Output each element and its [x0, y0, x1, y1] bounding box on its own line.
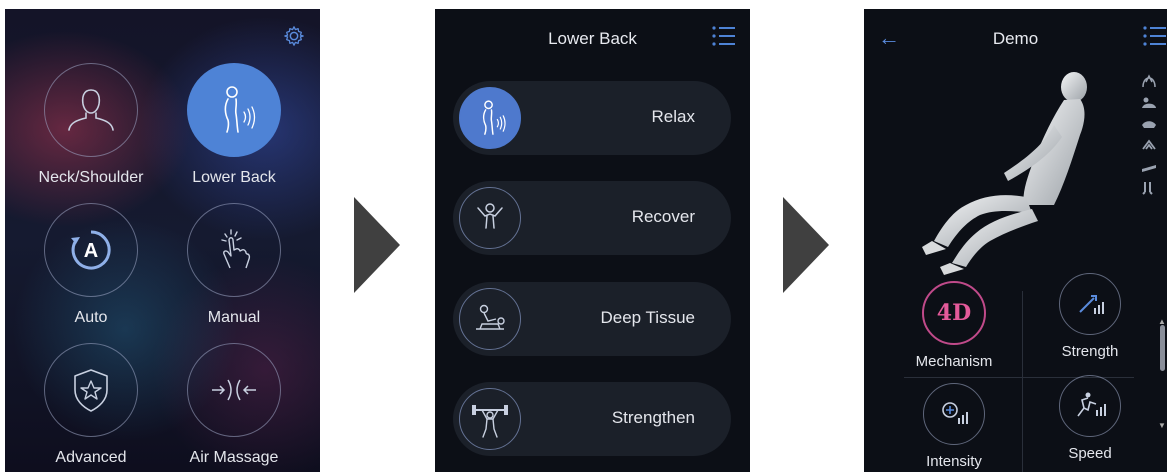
menu-label: Advanced [55, 449, 127, 466]
lower-back-screen: Lower Back Relax Recover Deep Tissue Str… [435, 9, 750, 472]
demo-screen: ← Demo 4D Mechanism Strength Intensity S… [864, 9, 1167, 472]
control-label: Speed [1068, 445, 1112, 462]
menu-item-manual[interactable]: Manual [169, 203, 299, 327]
program-label: Deep Tissue [600, 308, 696, 327]
strength-icon [1059, 273, 1121, 335]
menu-item-lower-back[interactable]: Lower Back [169, 63, 299, 187]
lower-back-icon [187, 63, 281, 157]
flow-arrow [354, 197, 400, 293]
mechanism-badge: 4D [936, 300, 972, 326]
neck-shoulder-icon [44, 63, 138, 157]
menu-label: Air Massage [189, 449, 279, 466]
relax-icon [459, 87, 521, 149]
4d-icon: 4D [922, 281, 986, 345]
body-area-selector[interactable] [1140, 73, 1158, 199]
menu-label: Auto [74, 309, 108, 326]
page-title: Demo [992, 29, 1039, 48]
control-label: Strength [1061, 343, 1119, 360]
menu-label: Neck/Shoulder [38, 169, 144, 186]
menu-item-air-massage[interactable]: Air Massage [169, 343, 299, 467]
scroll-down-icon[interactable]: ▼ [1158, 421, 1166, 430]
recover-icon [459, 187, 521, 249]
program-label: Strengthen [611, 408, 695, 427]
grid-divider [1022, 291, 1023, 472]
control-speed[interactable]: Speed [1025, 375, 1155, 462]
control-label: Intensity [926, 453, 982, 470]
body-model-figure [922, 72, 1087, 275]
menu-label: Manual [207, 309, 261, 326]
program-label: Recover [631, 207, 695, 226]
svg-text:A: A [84, 240, 98, 262]
auto-icon: A [44, 203, 138, 297]
deep-tissue-icon [459, 288, 521, 350]
scrollbar-thumb[interactable] [1160, 325, 1165, 371]
menu-label: Lower Back [192, 169, 276, 186]
control-strength[interactable]: Strength [1025, 273, 1155, 360]
menu-item-advanced[interactable]: Advanced [26, 343, 156, 467]
program-deep-tissue[interactable]: Deep Tissue [453, 282, 731, 356]
main-menu-screen: Neck/Shoulder Lower Back A Auto Manual A… [5, 9, 320, 472]
speed-icon [1059, 375, 1121, 437]
intensity-icon [923, 383, 985, 445]
list-icon[interactable] [1142, 25, 1166, 47]
control-label: Mechanism [915, 353, 993, 370]
air-massage-icon [187, 343, 281, 437]
manual-icon [187, 203, 281, 297]
menu-item-neck-shoulder[interactable]: Neck/Shoulder [26, 63, 156, 187]
advanced-icon [44, 343, 138, 437]
program-strengthen[interactable]: Strengthen [453, 382, 731, 456]
list-icon[interactable] [711, 25, 735, 47]
program-relax[interactable]: Relax [453, 81, 731, 155]
program-recover[interactable]: Recover [453, 181, 731, 255]
menu-item-auto[interactable]: A Auto [26, 203, 156, 327]
control-mechanism[interactable]: 4D Mechanism [889, 281, 1019, 370]
program-label: Relax [651, 107, 695, 126]
gear-icon[interactable] [283, 25, 305, 47]
strengthen-icon [459, 388, 521, 450]
flow-arrow [783, 197, 829, 293]
page-title: Lower Back [548, 29, 637, 48]
control-intensity[interactable]: Intensity [889, 383, 1019, 470]
